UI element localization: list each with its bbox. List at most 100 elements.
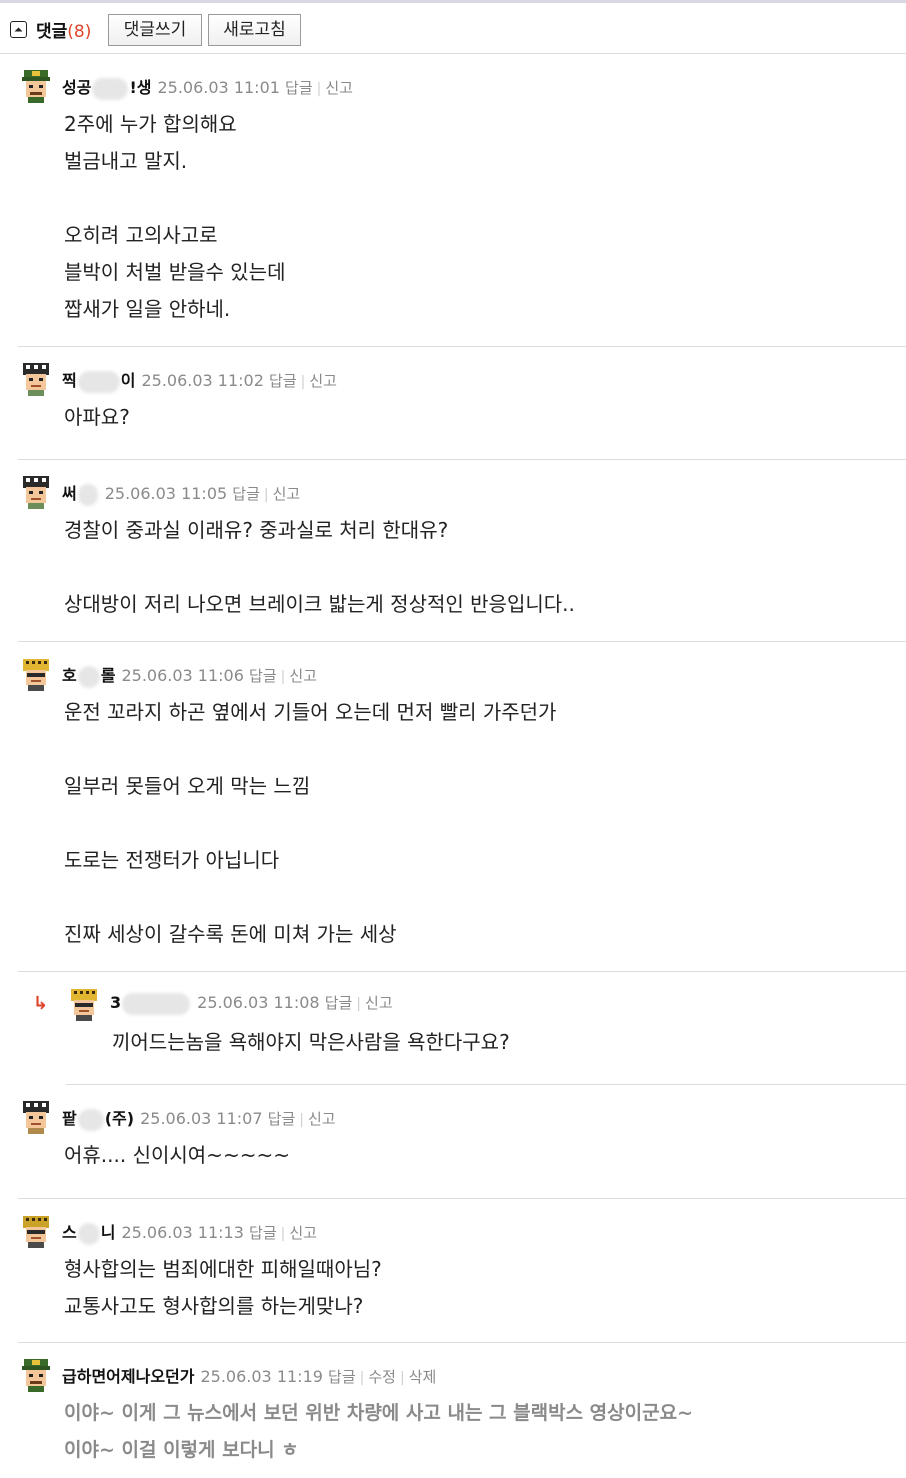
comment-line: 일부러 못들어 오게 막는 느낌 (64, 774, 311, 798)
comment-line: 어휴.... 신이시여~~~~~ (64, 1143, 290, 1167)
comment-body: 2주에 누가 합의해요벌금내고 말지. 오히려 고의사고로블박이 처벌 받을수 있… (64, 106, 285, 328)
comment-meta: 호 롤 25.06.03 11:06 답글 | 신고 (62, 662, 317, 688)
comments-header: 댓글(8) 댓글쓰기 새로고침 (0, 3, 906, 54)
report-link[interactable]: 신고 (308, 1110, 336, 1128)
comment-date: 25.06.03 11:01 (157, 78, 280, 97)
reply-link[interactable]: 답글 (325, 994, 353, 1012)
author-nickname[interactable]: 스니 (62, 1222, 115, 1245)
reply-arrow-icon: ↳ (33, 993, 49, 1014)
pixel-character-avatar-icon (71, 989, 97, 1021)
comment-date: 25.06.03 11:19 (200, 1367, 323, 1386)
comments-count: (8) (67, 22, 92, 42)
divider: | (399, 1370, 405, 1386)
comment-line: 교통사고도 형사합의를 하는게맞나? (64, 1294, 364, 1318)
comment-body: 아파요? (64, 399, 130, 436)
comment-item: 호 롤 25.06.03 11:06 답글 | 신고 운전 꼬라지 하곤 옆에서 기들어… (18, 642, 906, 972)
comment-body: 운전 꼬라지 하곤 옆에서 기들어 오는데 먼저 빨리 가주던가일부러 못들어 … (64, 694, 556, 953)
comment-line: 짭새가 일을 안하네. (64, 297, 231, 321)
comment-line: 2주에 누가 합의해요 (64, 112, 237, 136)
comment-line: 이야~ 이게 그 뉴스에서 보던 위반 차량에 사고 내는 그 블랙박스 영상이… (64, 1402, 694, 1424)
reply-link[interactable]: 답글 (249, 1224, 277, 1242)
comment-meta: 스 니 25.06.03 11:13 답글 | 신고 (62, 1219, 317, 1245)
comments-title: 댓글(8) (36, 17, 91, 42)
comment-body: 끼어드는놈을 욕해야지 막은사람을 욕한다구요? (112, 1024, 510, 1061)
comment-body: 경찰이 중과실 이래유? 중과실로 처리 한대유? 상대방이 저리 나오면 브레이… (64, 512, 575, 623)
author-nickname[interactable]: 3 (110, 992, 191, 1015)
author-nickname[interactable]: 찍이 (62, 370, 135, 393)
comment-meta: 성공 !생 25.06.03 11:01 답글 | 신고 (62, 74, 353, 100)
comment-line: 경찰이 중과실 이래유? 중과실로 처리 한대유? (64, 518, 449, 542)
comment-item: 찍 이 25.06.03 11:02 답글 | 신고 아파요? (18, 347, 906, 460)
reply-link[interactable]: 답글 (268, 1110, 296, 1128)
reply-link[interactable]: 답글 (328, 1368, 356, 1386)
reply-link[interactable]: 답글 (269, 372, 297, 390)
comment-meta: 3 25.06.03 11:08 답글 | 신고 (110, 992, 393, 1015)
divider: | (356, 996, 362, 1012)
pixel-character-avatar-icon (22, 70, 50, 103)
edit-link[interactable]: 수정 (368, 1368, 396, 1386)
reply-link[interactable]: 답글 (285, 79, 313, 97)
comment-item: 스 니 25.06.03 11:13 답글 | 신고 형사합의는 범죄에대한 피해일때아… (18, 1199, 906, 1343)
reply-link[interactable]: 답글 (249, 667, 277, 685)
report-link[interactable]: 신고 (309, 372, 337, 390)
report-link[interactable]: 신고 (325, 79, 353, 97)
divider: | (359, 1370, 365, 1386)
pixel-character-avatar-icon (23, 659, 49, 691)
comment-date: 25.06.03 11:07 (140, 1109, 263, 1128)
comment-line: 도로는 전쟁터가 아닙니다 (64, 848, 280, 872)
comment-line: 형사합의는 범죄에대한 피해일때아님? (64, 1257, 382, 1281)
comment-date: 25.06.03 11:13 (121, 1223, 244, 1242)
pixel-character-avatar-icon (23, 1101, 49, 1134)
pixel-character-avatar-icon (23, 1216, 49, 1248)
comment-item: 팥 (주) 25.06.03 11:07 답글 | 신고 어휴.... 신이시여~~~~… (18, 1085, 906, 1199)
comment-meta: 찍 이 25.06.03 11:02 답글 | 신고 (62, 367, 337, 393)
comment-date: 25.06.03 11:05 (104, 484, 228, 503)
author-nickname[interactable]: 팥 (주) (62, 1108, 134, 1131)
comment-line: 운전 꼬라지 하곤 옆에서 기들어 오는데 먼저 빨리 가주던가 (64, 700, 557, 724)
divider: | (316, 81, 322, 97)
delete-link[interactable]: 삭제 (409, 1368, 437, 1386)
write-comment-button[interactable]: 댓글쓰기 (108, 14, 202, 46)
reply-comment-item: 3 25.06.03 11:08 답글 | 신고 끼어드는놈을 욕해야지 막은사람을 … (66, 972, 906, 1085)
comment-line: 오히려 고의사고로 (64, 223, 218, 247)
comments-title-text: 댓글 (36, 22, 68, 42)
comment-item: 성공 !생 25.06.03 11:01 답글 | 신고 2주에 누가 합의해요벌금내고… (18, 54, 906, 347)
report-link[interactable]: 신고 (273, 485, 301, 503)
divider: | (280, 669, 286, 685)
report-link[interactable]: 신고 (289, 667, 317, 685)
report-link[interactable]: 신고 (365, 994, 393, 1012)
comment-date: 25.06.03 11:06 (121, 666, 244, 685)
comment-item: 써 25.06.03 11:05 답글 | 신고 경찰이 중과실 이래유? 중과실로 … (18, 460, 906, 642)
comment-line: 진짜 세상이 갈수록 돈에 미쳐 가는 세상 (64, 922, 397, 946)
divider: | (263, 487, 269, 503)
report-link[interactable]: 신고 (289, 1224, 317, 1242)
comment-line: 이야~ 이걸 이렇게 보다니 ㅎ (64, 1439, 299, 1461)
comment-date: 25.06.03 11:08 (197, 993, 320, 1012)
comment-meta: 팥 (주) 25.06.03 11:07 답글 | 신고 (62, 1105, 336, 1131)
pixel-character-avatar-icon (22, 1359, 50, 1392)
author-nickname[interactable]: 써 (62, 483, 99, 506)
divider: | (280, 1226, 286, 1242)
refresh-button[interactable]: 새로고침 (208, 14, 301, 46)
comment-line: 끼어드는놈을 욕해야지 막은사람을 욕한다구요? (112, 1030, 510, 1054)
collapse-up-icon[interactable] (10, 21, 27, 38)
comment-line: 상대방이 저리 나오면 브레이크 밟는게 정상적인 반응입니다.. (64, 592, 575, 616)
author-nickname[interactable]: 급하면어제나오던가 (62, 1367, 194, 1386)
comment-body: 어휴.... 신이시여~~~~~ (64, 1137, 290, 1174)
reply-link[interactable]: 답글 (232, 485, 260, 503)
comment-line: 아파요? (64, 405, 130, 429)
comment-line: 벌금내고 말지. (64, 149, 188, 173)
divider: | (299, 1112, 304, 1128)
pixel-character-avatar-icon (23, 363, 49, 396)
author-nickname[interactable]: 호롤 (62, 665, 115, 688)
pixel-character-avatar-icon (23, 476, 49, 509)
comment-meta: 급하면어제나오던가 25.06.03 11:19 답글 | 수정 | 삭제 (62, 1363, 436, 1387)
comment-line: 블박이 처벌 받을수 있는데 (64, 260, 286, 284)
comment-body: 형사합의는 범죄에대한 피해일때아님? 교통사고도 형사합의를 하는게맞나? (64, 1251, 382, 1325)
divider: | (300, 374, 306, 390)
comment-body: 이야~ 이게 그 뉴스에서 보던 위반 차량에 사고 내는 그 블랙박스 영상이… (64, 1395, 693, 1469)
author-nickname[interactable]: 성공 !생 (62, 77, 151, 100)
comment-meta: 써 25.06.03 11:05 답글 | 신고 (62, 480, 300, 506)
own-comment-item: 급하면어제나오던가 25.06.03 11:19 답글 | 수정 | 삭제 이야~ 이게 … (18, 1343, 906, 1478)
comment-date: 25.06.03 11:02 (141, 371, 264, 390)
